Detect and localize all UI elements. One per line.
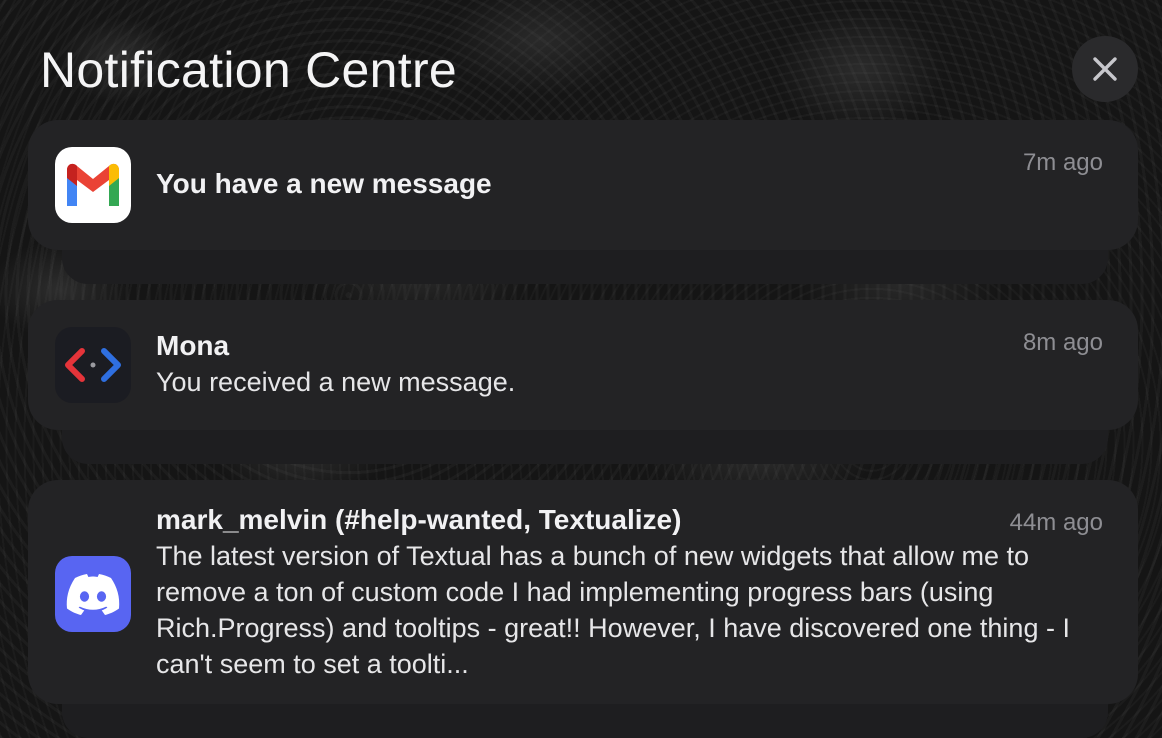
notification-time: 44m ago (1009, 509, 1103, 536)
stacked-notification-shadow[interactable] (62, 704, 1108, 738)
notification-time: 8m ago (1022, 329, 1103, 356)
mona-icon (55, 327, 131, 403)
notification-title: Mona (156, 330, 230, 361)
notification-card-discord[interactable]: mark_melvin (#help-wanted, Textualize) T… (28, 480, 1138, 704)
notification-card-gmail[interactable]: You have a new message 7m ago (28, 120, 1138, 250)
notification-card-mona[interactable]: Mona You received a new message. 8m ago (28, 300, 1138, 430)
notification-body: You received a new message. (156, 367, 516, 397)
close-button[interactable] (1072, 36, 1138, 102)
notification-body: The latest version of Textual has a bunc… (156, 541, 1070, 679)
page-title: Notification Centre (40, 42, 458, 98)
notification-time: 7m ago (1022, 149, 1103, 176)
discord-icon (55, 556, 131, 632)
gmail-icon (55, 147, 131, 223)
notification-title: mark_melvin (#help-wanted, Textualize) (156, 504, 682, 535)
close-icon (1093, 57, 1117, 81)
notification-title: You have a new message (156, 168, 492, 199)
